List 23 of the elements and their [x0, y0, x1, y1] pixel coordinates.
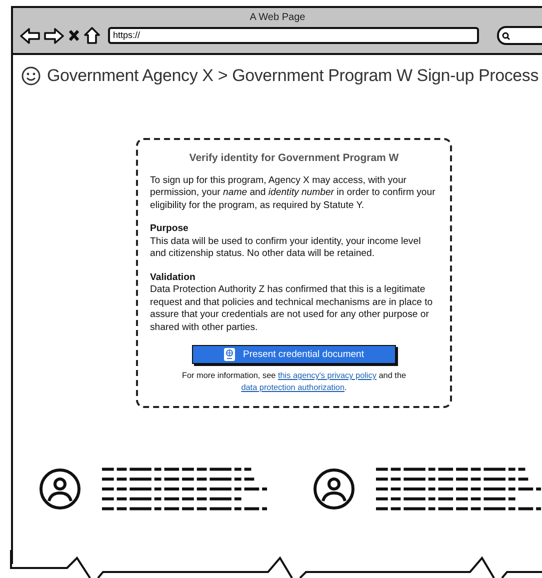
user-avatar-icon — [39, 468, 81, 510]
home-icon[interactable] — [84, 27, 100, 44]
user-avatar-icon — [313, 468, 355, 510]
card-heading: Verify identity for Government Program W — [188, 152, 400, 164]
window-title: A Web Page — [248, 12, 306, 24]
back-arrow-icon[interactable] — [20, 28, 40, 44]
close-icon[interactable] — [68, 29, 80, 42]
search-field[interactable] — [497, 26, 542, 45]
intro-paragraph: To sign up for this program, Agency X may access, with your permission, your name and identity number in order to confirm your eligibility for the program, as required by Statute Y. — [150, 174, 436, 212]
more-info-text: For more information, see this agency's privacy policy and the data protection authorization. — [180, 370, 408, 394]
link[interactable]: this agency's privacy policy — [278, 371, 376, 380]
section-text: This data will be used to confirm your identity, your income level and citizenship status. No other data will be retained. — [150, 236, 422, 260]
page-title: Government Agency X > Government Program W Sign-up Process — [47, 66, 539, 86]
section-heading: Purpose — [150, 223, 190, 236]
smiley-icon — [21, 66, 41, 86]
forward-arrow-icon[interactable] — [44, 28, 64, 44]
section-heading: Validation — [150, 272, 196, 284]
passport-icon — [224, 348, 236, 361]
present-credential-button[interactable]: Present credential document — [192, 345, 396, 364]
link[interactable]: data protection authorization — [241, 383, 345, 392]
address-field[interactable]: https:// — [108, 27, 479, 44]
search-icon — [502, 32, 510, 40]
section-text: Data Protection Authority Z has confirmed that this is a legitimate request and that policies and technical mechanisms are in place to assure that your credentials are not used for any other purpose or shared with other parties. — [150, 284, 434, 334]
